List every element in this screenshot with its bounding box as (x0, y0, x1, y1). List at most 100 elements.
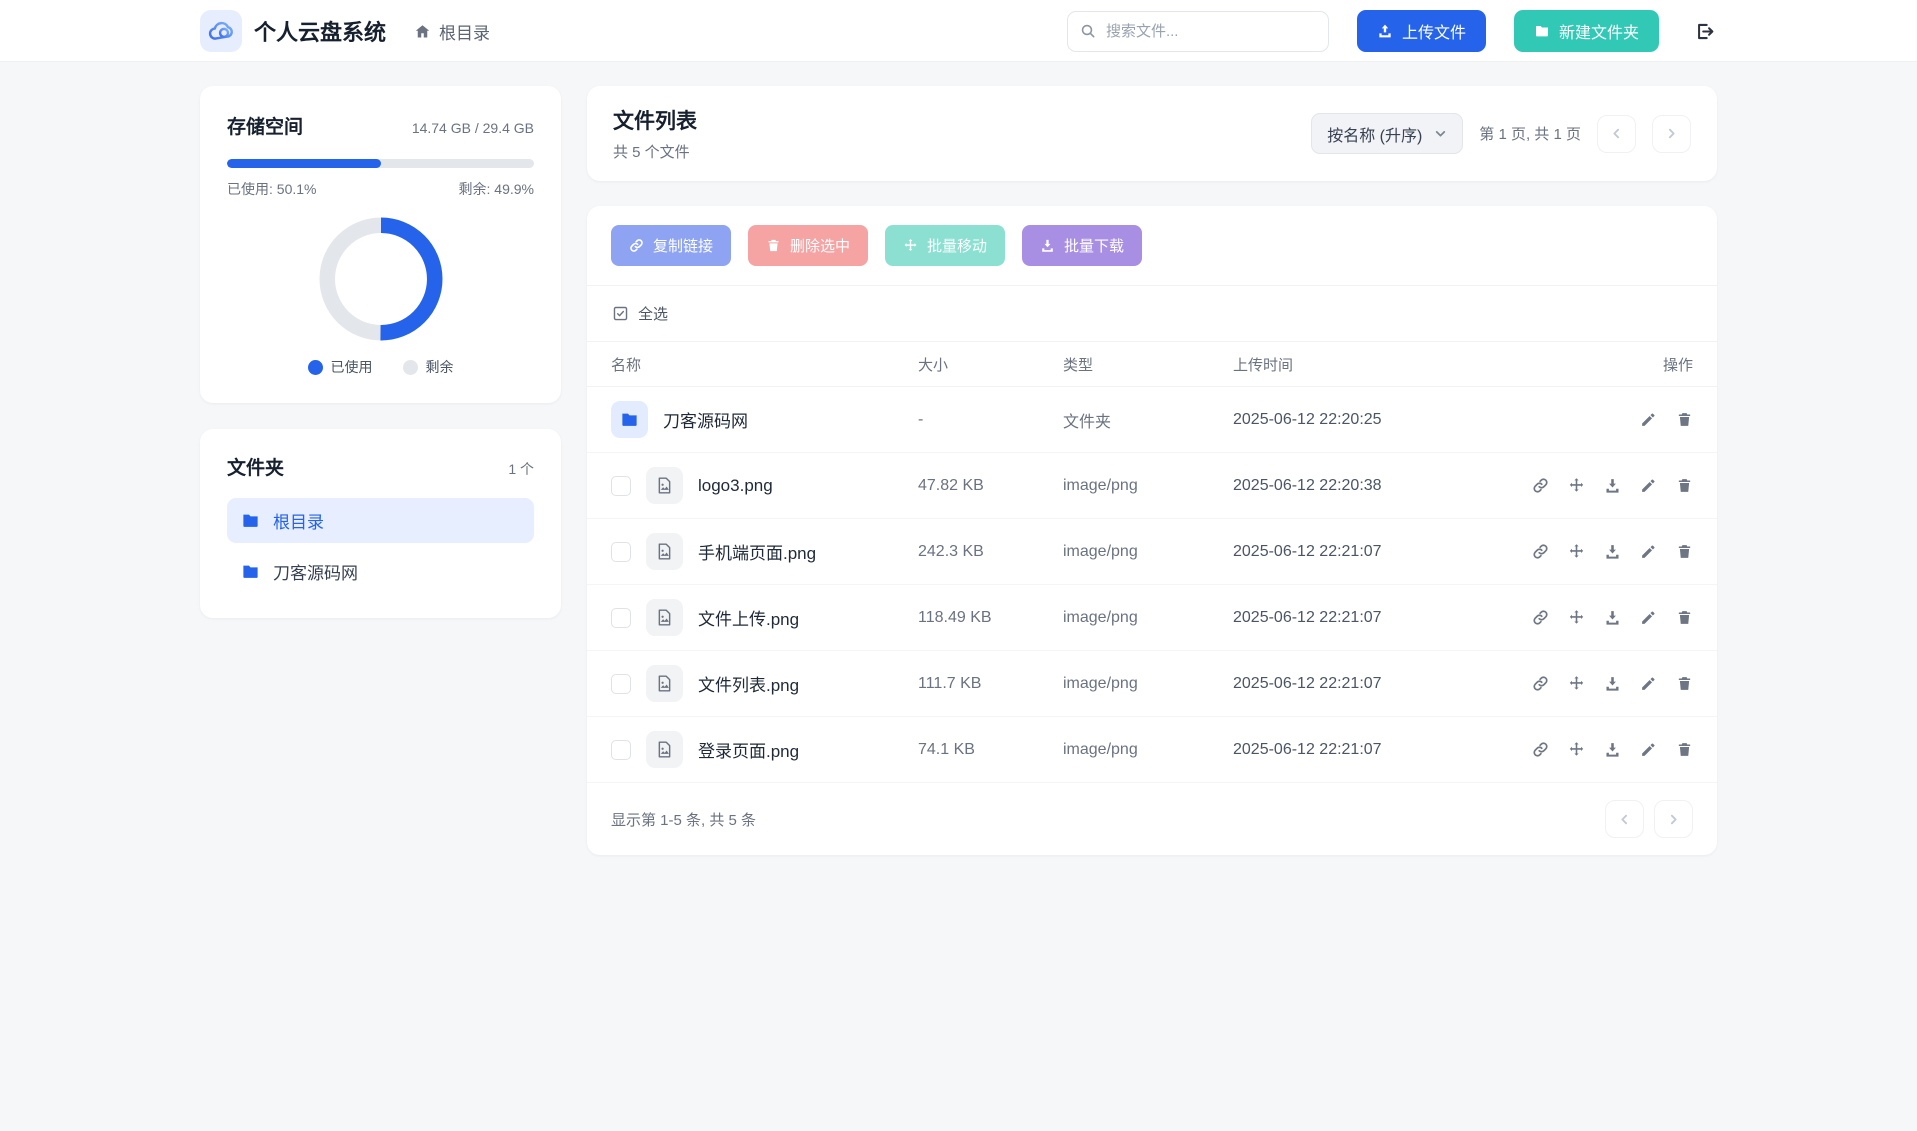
folder-item-label: 刀客源码网 (273, 559, 358, 584)
copy-link-icon[interactable] (1532, 741, 1549, 758)
table-row[interactable]: logo3.png 47.82 KB image/png 2025-06-12 … (587, 453, 1717, 519)
sidebar: 存储空间 14.74 GB / 29.4 GB 已使用: 50.1% 剩余: 4… (200, 86, 561, 618)
sidebar-folder-item[interactable]: 根目录 (227, 498, 534, 543)
storage-title: 存储空间 (227, 112, 303, 139)
file-name[interactable]: 刀客源码网 (663, 407, 748, 432)
download-icon[interactable] (1604, 609, 1621, 626)
storage-used-label: 已使用: 50.1% (227, 179, 316, 199)
table-row[interactable]: 登录页面.png 74.1 KB image/png 2025-06-12 22… (587, 717, 1717, 783)
table-header: 名称 大小 类型 上传时间 操作 (587, 342, 1717, 387)
copy-link-icon[interactable] (1532, 609, 1549, 626)
move-icon[interactable] (1568, 609, 1585, 626)
footer-prev-page-button[interactable] (1605, 800, 1644, 838)
col-type: 类型 (1063, 354, 1233, 375)
next-page-button[interactable] (1652, 115, 1691, 153)
edit-icon[interactable] (1640, 609, 1657, 626)
move-icon[interactable] (1568, 543, 1585, 560)
row-checkbox[interactable] (611, 740, 631, 760)
legend-free: 剩余 (403, 357, 454, 377)
row-checkbox[interactable] (611, 608, 631, 628)
copy-link-label: 复制链接 (653, 235, 713, 256)
image-file-icon (646, 467, 683, 504)
copy-link-icon[interactable] (1532, 543, 1549, 560)
download-icon[interactable] (1604, 477, 1621, 494)
upload-file-button[interactable]: 上传文件 (1357, 10, 1486, 52)
edit-icon[interactable] (1640, 543, 1657, 560)
copy-link-icon[interactable] (1532, 675, 1549, 692)
move-icon (903, 238, 918, 253)
edit-icon[interactable] (1640, 675, 1657, 692)
upload-time: 2025-06-12 22:21:07 (1233, 543, 1553, 561)
download-icon[interactable] (1604, 543, 1621, 560)
delete-icon[interactable] (1676, 609, 1693, 626)
file-name[interactable]: logo3.png (698, 476, 773, 496)
link-icon (629, 238, 644, 253)
search-input[interactable] (1067, 11, 1329, 52)
table-row[interactable]: 刀客源码网 - 文件夹 2025-06-12 22:20:25 (587, 387, 1717, 453)
delete-icon[interactable] (1676, 675, 1693, 692)
folder-icon (241, 562, 260, 581)
file-list-subtitle: 共 5 个文件 (613, 141, 697, 162)
batch-download-label: 批量下载 (1064, 235, 1124, 256)
download-icon[interactable] (1604, 741, 1621, 758)
sign-out-icon[interactable] (1691, 18, 1717, 44)
row-checkbox[interactable] (611, 542, 631, 562)
batch-move-button[interactable]: 批量移动 (885, 225, 1005, 266)
copy-link-icon[interactable] (1532, 477, 1549, 494)
table-footer: 显示第 1-5 条, 共 5 条 (587, 783, 1717, 855)
new-folder-button[interactable]: 新建文件夹 (1514, 10, 1659, 52)
move-icon[interactable] (1568, 477, 1585, 494)
file-type: image/png (1063, 609, 1233, 627)
table-row[interactable]: 文件列表.png 111.7 KB image/png 2025-06-12 2… (587, 651, 1717, 717)
search-box (1067, 11, 1329, 52)
file-name[interactable]: 文件上传.png (698, 605, 799, 630)
folders-count: 1 个 (508, 459, 534, 479)
file-table-card: 复制链接 删除选中 批量移动 批量下载 (587, 206, 1717, 855)
file-name[interactable]: 文件列表.png (698, 671, 799, 696)
row-checkbox[interactable] (611, 674, 631, 694)
delete-selected-button[interactable]: 删除选中 (748, 225, 868, 266)
prev-page-button[interactable] (1597, 115, 1636, 153)
row-checkbox[interactable] (611, 476, 631, 496)
file-name[interactable]: 登录页面.png (698, 737, 799, 762)
delete-selected-label: 删除选中 (790, 235, 850, 256)
table-row[interactable]: 文件上传.png 118.49 KB image/png 2025-06-12 … (587, 585, 1717, 651)
file-size: 111.7 KB (918, 675, 1063, 693)
sort-select[interactable]: 按名称 (升序) (1311, 113, 1463, 154)
file-name[interactable]: 手机端页面.png (698, 539, 816, 564)
table-row[interactable]: 手机端页面.png 242.3 KB image/png 2025-06-12 … (587, 519, 1717, 585)
image-file-icon (646, 731, 683, 768)
delete-icon[interactable] (1676, 411, 1693, 428)
storage-usage-text: 14.74 GB / 29.4 GB (412, 120, 534, 136)
file-type: image/png (1063, 543, 1233, 561)
edit-icon[interactable] (1640, 477, 1657, 494)
search-icon (1080, 23, 1096, 39)
file-type: image/png (1063, 477, 1233, 495)
legend-free-label: 剩余 (426, 357, 454, 377)
table-body: 刀客源码网 - 文件夹 2025-06-12 22:20:25 (587, 387, 1717, 783)
move-icon[interactable] (1568, 675, 1585, 692)
batch-download-button[interactable]: 批量下载 (1022, 225, 1142, 266)
download-icon[interactable] (1604, 675, 1621, 692)
move-icon[interactable] (1568, 741, 1585, 758)
edit-icon[interactable] (1640, 411, 1657, 428)
footer-next-page-button[interactable] (1654, 800, 1693, 838)
storage-card: 存储空间 14.74 GB / 29.4 GB 已使用: 50.1% 剩余: 4… (200, 86, 561, 403)
copy-link-button[interactable]: 复制链接 (611, 225, 731, 266)
delete-icon[interactable] (1676, 741, 1693, 758)
storage-donut-chart (227, 217, 534, 341)
image-file-icon (646, 665, 683, 702)
image-file-icon (646, 533, 683, 570)
file-type: image/png (1063, 741, 1233, 759)
breadcrumb[interactable]: 根目录 (414, 19, 490, 44)
sidebar-folder-item[interactable]: 刀客源码网 (227, 549, 534, 594)
col-size: 大小 (918, 354, 1063, 375)
edit-icon[interactable] (1640, 741, 1657, 758)
upload-time: 2025-06-12 22:20:25 (1233, 411, 1553, 429)
select-all-control[interactable]: 全选 (587, 286, 1717, 342)
legend-used-label: 已使用 (331, 357, 373, 377)
legend-used: 已使用 (308, 357, 373, 377)
delete-icon[interactable] (1676, 543, 1693, 560)
delete-icon[interactable] (1676, 477, 1693, 494)
app-brand: 个人云盘系统 (200, 10, 386, 52)
